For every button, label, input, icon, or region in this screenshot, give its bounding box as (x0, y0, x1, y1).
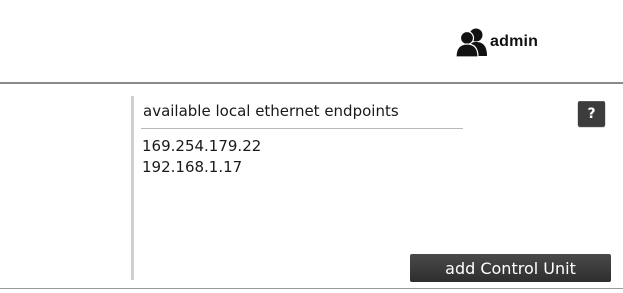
help-icon: ? (587, 105, 596, 122)
users-icon (455, 28, 487, 57)
endpoints-panel: available local ethernet endpoints 169.2… (131, 96, 623, 282)
endpoint-list-item[interactable]: 192.168.1.17 (142, 157, 261, 178)
endpoint-list-item[interactable]: 169.254.179.22 (142, 136, 261, 157)
add-control-unit-button[interactable]: add Control Unit (410, 254, 611, 282)
panel-left-rule (131, 96, 134, 280)
endpoint-list-title-underline (141, 128, 463, 129)
username-label: admin (490, 33, 539, 50)
help-button[interactable]: ? (578, 101, 605, 126)
header-divider (0, 82, 623, 84)
endpoint-list-title: available local ethernet endpoints (143, 102, 399, 120)
footer-divider (0, 288, 623, 289)
user-menu[interactable]: admin (455, 26, 538, 58)
endpoint-list: 169.254.179.22 192.168.1.17 (142, 136, 261, 178)
